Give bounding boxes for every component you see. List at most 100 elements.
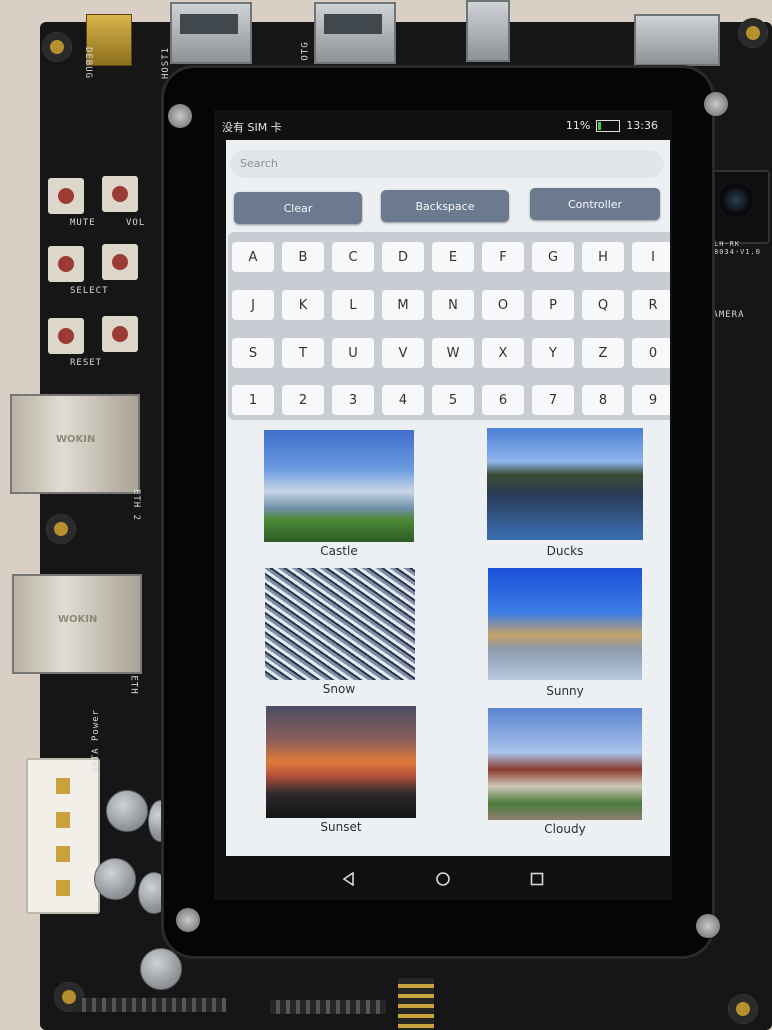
key-3[interactable]: 3: [332, 385, 374, 415]
capacitor: [106, 790, 148, 832]
reset-silk-label: RESET: [70, 358, 103, 368]
screw-icon: [168, 104, 192, 128]
key-k[interactable]: K: [282, 290, 324, 320]
key-m[interactable]: M: [382, 290, 424, 320]
key-0[interactable]: 0: [632, 338, 670, 368]
sata-power-connector: [26, 758, 100, 914]
mount-hole: [738, 18, 768, 48]
battery-icon: [596, 119, 621, 132]
pin-header: [76, 998, 226, 1012]
key-g[interactable]: G: [532, 242, 574, 272]
eth2-silk-label: ETH 2: [131, 488, 142, 522]
ethernet-port-1: WOKIN: [12, 574, 142, 674]
thumbnail-sunset[interactable]: [266, 706, 416, 818]
key-f[interactable]: F: [482, 242, 524, 272]
key-l[interactable]: L: [332, 290, 374, 320]
status-right: 11% 13:36: [566, 119, 658, 132]
thumbnail-ducks[interactable]: [487, 428, 643, 540]
eth-silk-label: ETH: [128, 675, 139, 695]
pin-header: [398, 978, 434, 1030]
recents-icon[interactable]: [525, 867, 549, 891]
reset-button-right[interactable]: [102, 316, 138, 352]
key-o[interactable]: O: [482, 290, 524, 320]
navigation-bar: [214, 858, 672, 900]
ethernet-port-2: WOKIN: [10, 394, 140, 494]
key-q[interactable]: Q: [582, 290, 624, 320]
sata-silk-label: SATA Power: [91, 708, 102, 774]
key-y[interactable]: Y: [532, 338, 574, 368]
key-2[interactable]: 2: [282, 385, 324, 415]
vol-button[interactable]: [102, 176, 138, 212]
clock: 13:36: [626, 119, 658, 132]
key-5[interactable]: 5: [432, 385, 474, 415]
back-icon[interactable]: [337, 867, 361, 891]
mute-button[interactable]: [48, 178, 84, 214]
key-t[interactable]: T: [282, 338, 324, 368]
thumbnail-sunny[interactable]: [488, 568, 642, 680]
on-screen-keyboard: ABCDEFGHI JKLMNOPQR STUVWXYZ0 123456789: [228, 232, 670, 420]
thumbnail-snow[interactable]: [265, 568, 415, 680]
select-silk-label: SELECT: [70, 286, 109, 296]
screw-icon: [704, 92, 728, 116]
thumbnail-castle[interactable]: [264, 430, 414, 542]
capacitor: [140, 948, 182, 990]
key-p[interactable]: P: [532, 290, 574, 320]
mount-hole: [728, 994, 758, 1024]
camera-module: [704, 170, 770, 244]
pin-header: [270, 1000, 386, 1014]
key-4[interactable]: 4: [382, 385, 424, 415]
key-i[interactable]: I: [632, 242, 670, 272]
vol-silk-label: VOL: [126, 218, 146, 228]
key-h[interactable]: H: [582, 242, 624, 272]
key-d[interactable]: D: [382, 242, 424, 272]
capacitor: [94, 858, 136, 900]
backspace-button[interactable]: Backspace: [381, 190, 509, 222]
clear-button[interactable]: Clear: [234, 192, 362, 224]
thumbnail-label: Cloudy: [544, 822, 586, 836]
screw-icon: [176, 908, 200, 932]
camera-module-silk-label: LH-RK 8034-V1.0: [714, 240, 761, 256]
key-6[interactable]: 6: [482, 385, 524, 415]
key-1[interactable]: 1: [232, 385, 274, 415]
key-e[interactable]: E: [432, 242, 474, 272]
key-r[interactable]: R: [632, 290, 670, 320]
key-9[interactable]: 9: [632, 385, 670, 415]
key-u[interactable]: U: [332, 338, 374, 368]
usb-host-port: [170, 2, 252, 64]
carrier-status: 没有 SIM 卡: [222, 121, 282, 134]
key-8[interactable]: 8: [582, 385, 624, 415]
usb-otg-port: [314, 2, 396, 64]
battery-percent: 11%: [565, 119, 591, 132]
usb-port: [466, 0, 510, 62]
key-n[interactable]: N: [432, 290, 474, 320]
thumbnail-label: Sunny: [546, 684, 584, 698]
key-7[interactable]: 7: [532, 385, 574, 415]
key-s[interactable]: S: [232, 338, 274, 368]
thumbnail-label: Snow: [322, 682, 356, 696]
reset-button-left[interactable]: [48, 318, 84, 354]
app-window: Search Clear Backspace Controller ABCDEF…: [226, 140, 670, 856]
mount-hole: [42, 32, 72, 62]
search-input[interactable]: Search: [230, 150, 664, 178]
thumbnail-label: Castle: [320, 544, 358, 558]
key-z[interactable]: Z: [582, 338, 624, 368]
thumbnail-cloudy[interactable]: [488, 708, 642, 820]
home-icon[interactable]: [431, 867, 455, 891]
thumbnail-label: Sunset: [320, 820, 362, 834]
key-b[interactable]: B: [282, 242, 324, 272]
select-button-right[interactable]: [102, 244, 138, 280]
host-silk-label: HOST1: [161, 46, 172, 80]
key-x[interactable]: X: [482, 338, 524, 368]
key-c[interactable]: C: [332, 242, 374, 272]
debug-silk-label: DEBUG: [83, 46, 94, 80]
controller-button[interactable]: Controller: [530, 188, 660, 220]
otg-silk-label: OTG: [300, 41, 311, 61]
screw-icon: [696, 914, 720, 938]
key-j[interactable]: J: [232, 290, 274, 320]
key-w[interactable]: W: [432, 338, 474, 368]
select-button-left[interactable]: [48, 246, 84, 282]
key-a[interactable]: A: [232, 242, 274, 272]
mute-silk-label: MUTE: [70, 218, 96, 228]
thumbnail-label: Ducks: [546, 544, 584, 558]
key-v[interactable]: V: [382, 338, 424, 368]
